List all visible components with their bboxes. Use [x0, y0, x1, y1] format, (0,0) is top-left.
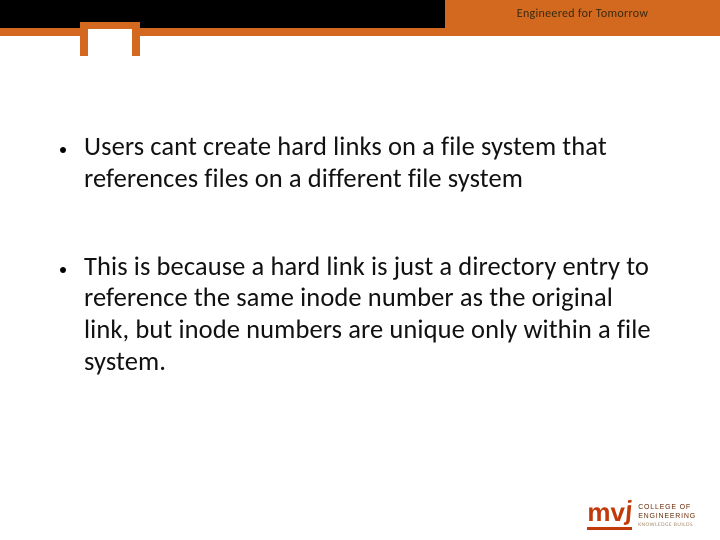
list-item: Users cant create hard links on a file s… — [60, 132, 660, 196]
bullet-text: This is because a hard link is just a di… — [84, 252, 660, 379]
logo-underline — [587, 527, 632, 530]
logo-mark: mvj — [587, 499, 632, 525]
logo-letter-m: m — [587, 497, 610, 527]
header-black-bar — [0, 0, 445, 28]
logo-letter-v: v — [610, 497, 624, 527]
logo-line-2: ENGINEERING — [638, 513, 696, 521]
logo-mark-wrap: mvj — [587, 499, 632, 530]
logo-letter-j: j — [624, 497, 634, 524]
logo-line-1: COLLEGE OF — [638, 504, 696, 512]
footer-logo: mvj COLLEGE OF ENGINEERING KNOWLEDGE BUI… — [587, 499, 696, 530]
logo-text: COLLEGE OF ENGINEERING KNOWLEDGE BUILDS — [638, 504, 696, 528]
slide: Engineered for Tomorrow Users cant creat… — [0, 0, 720, 540]
bullet-dot-icon — [60, 267, 66, 273]
logo-subline: KNOWLEDGE BUILDS — [638, 522, 696, 528]
content-body: Users cant create hard links on a file s… — [60, 132, 660, 435]
bullet-text: Users cant create hard links on a file s… — [84, 132, 660, 196]
header-tagline: Engineered for Tomorrow — [445, 0, 720, 28]
list-item: This is because a hard link is just a di… — [60, 252, 660, 379]
header-notch-inner — [88, 29, 132, 63]
bullet-dot-icon — [60, 147, 66, 153]
